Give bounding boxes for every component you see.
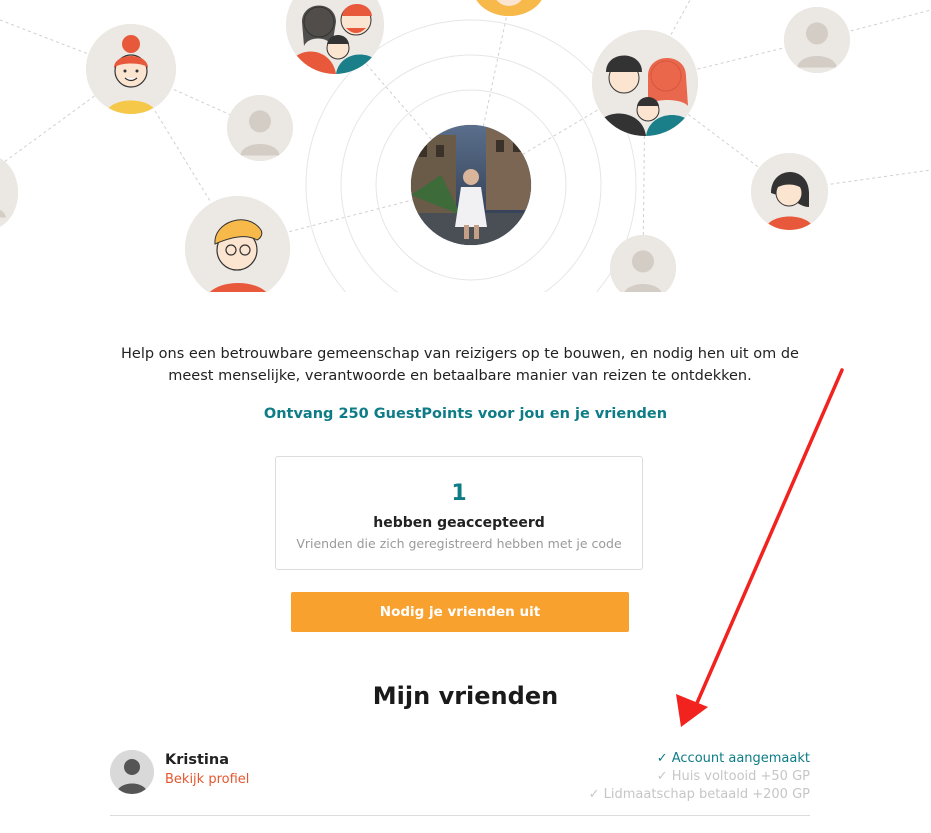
reward-text: Ontvang 250 GuestPoints voor jou en je v… xyxy=(263,406,668,422)
view-profile-link[interactable]: Bekijk profiel xyxy=(165,772,249,787)
friends-section-title: Mijn vrienden xyxy=(372,682,559,710)
accepted-description: Vrienden die zich geregistreerd hebben m… xyxy=(296,536,622,551)
community-network-illustration xyxy=(0,0,931,292)
friend-list-item: Kristina Bekijk profiel ✓ Account aangem… xyxy=(110,745,810,816)
avatar-placeholder xyxy=(784,7,850,73)
friend-avatar[interactable] xyxy=(110,750,154,794)
avatar-family-group xyxy=(592,30,698,136)
step-home-completed: ✓ Huis voltooid +50 GP xyxy=(656,769,810,784)
avatar-woman-dark-hair xyxy=(751,153,828,230)
accepted-stats-card: 1 hebben geaccepteerd Vrienden die zich … xyxy=(275,456,643,570)
accepted-count: 1 xyxy=(451,481,467,506)
step-membership-paid: ✓ Lidmaatschap betaald +200 GP xyxy=(588,787,810,802)
avatar-placeholder xyxy=(227,95,293,161)
avatar-placeholder xyxy=(610,235,676,292)
intro-text: Help ons een betrouwbare gemeenschap van… xyxy=(121,346,799,384)
accepted-label: hebben geaccepteerd xyxy=(373,515,545,531)
user-profile-photo xyxy=(411,125,531,245)
avatar-man-glasses xyxy=(185,196,290,292)
step-account-created: ✓ Account aangemaakt xyxy=(656,751,810,766)
avatar-redhead-woman xyxy=(86,24,176,114)
friend-name: Kristina xyxy=(165,752,229,768)
invite-friends-button[interactable]: Nodig je vrienden uit xyxy=(291,592,629,632)
